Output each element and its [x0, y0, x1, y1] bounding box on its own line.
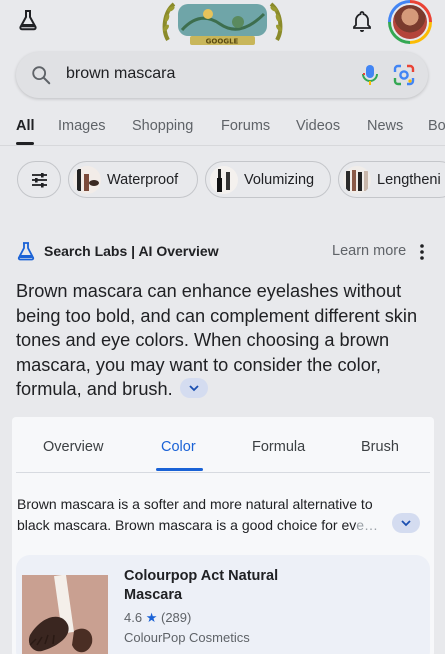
google-lens-icon[interactable]: [392, 63, 416, 87]
avatar-photo: [391, 3, 429, 41]
chevron-down-icon: [401, 520, 411, 527]
tabs-divider: [0, 145, 445, 146]
waterproof-thumbnail: [73, 166, 101, 194]
chip-label-volumizing: Volumizing: [244, 172, 315, 188]
top-bar: GOOGLE: [0, 0, 445, 48]
ai-overview-summary: Brown mascara can enhance eyelashes with…: [16, 279, 430, 402]
learn-more-link[interactable]: Learn more: [332, 243, 406, 259]
ai-summary-text: Brown mascara can enhance eyelashes with…: [16, 281, 418, 399]
card-body-main: Brown mascara is a softer and more natur…: [17, 496, 373, 533]
rating-value: 4.6: [124, 610, 143, 625]
tab-forums[interactable]: Forums: [221, 118, 270, 134]
product-card[interactable]: Colourpop Act Natural Mascara 4.6 ★ (289…: [16, 555, 430, 654]
voice-search-mic-icon[interactable]: [359, 63, 381, 87]
ai-overview-card: Overview Color Formula Brush Brown masca…: [12, 417, 434, 654]
ai-overview-header: Search Labs | AI Overview Learn more: [16, 240, 430, 264]
card-body-text: Brown mascara is a softer and more natur…: [17, 494, 395, 536]
search-tabs: All Images Shopping Forums Videos News B…: [0, 114, 445, 144]
product-image: [22, 574, 108, 654]
chevron-down-icon: [189, 385, 199, 392]
notifications-bell-icon[interactable]: [350, 9, 374, 33]
chip-lengthening[interactable]: Lengtheni: [338, 161, 445, 198]
filter-settings-chip[interactable]: [17, 161, 61, 198]
card-tab-brush[interactable]: Brush: [361, 439, 399, 455]
ai-overview-title: Search Labs | AI Overview: [44, 243, 219, 259]
card-active-tab-indicator: [156, 468, 203, 471]
lengthening-thumbnail: [343, 166, 371, 194]
search-labs-flask-icon[interactable]: [16, 8, 40, 32]
card-body-fade: e…: [356, 517, 379, 533]
chip-label-lengthening: Lengtheni: [377, 172, 441, 188]
search-box[interactable]: brown mascara: [16, 52, 428, 98]
product-title[interactable]: Colourpop Act Natural Mascara: [124, 567, 324, 605]
tab-shopping[interactable]: Shopping: [132, 118, 193, 134]
google-doodle-logo[interactable]: GOOGLE: [160, 0, 285, 46]
product-brand: ColourPop Cosmetics: [124, 630, 250, 645]
tab-images[interactable]: Images: [58, 118, 106, 134]
tab-books-partial[interactable]: Bo: [428, 118, 445, 134]
expand-summary-button[interactable]: [179, 378, 208, 399]
product-rating: 4.6 ★ (289): [124, 610, 191, 626]
card-tab-color[interactable]: Color: [161, 439, 196, 455]
chip-waterproof[interactable]: Waterproof: [68, 161, 198, 198]
search-icon: [32, 66, 51, 85]
card-tab-formula[interactable]: Formula: [252, 439, 305, 455]
card-tab-overview[interactable]: Overview: [43, 439, 103, 455]
account-avatar[interactable]: [388, 0, 432, 44]
expand-card-button[interactable]: [392, 513, 420, 533]
tab-news[interactable]: News: [367, 118, 403, 134]
review-count: (289): [160, 610, 192, 625]
star-icon: ★: [145, 610, 158, 625]
tab-all[interactable]: All: [16, 118, 35, 134]
chip-label-waterproof: Waterproof: [107, 172, 179, 188]
card-tabs: Overview Color Formula Brush: [12, 417, 434, 473]
svg-text:GOOGLE: GOOGLE: [206, 38, 239, 46]
tab-videos[interactable]: Videos: [296, 118, 340, 134]
volumizing-thumbnail: [210, 166, 238, 194]
search-input[interactable]: brown mascara: [66, 65, 175, 83]
search-labs-icon: [17, 242, 35, 261]
chip-volumizing[interactable]: Volumizing: [205, 161, 331, 198]
more-options-icon[interactable]: [414, 242, 430, 262]
card-divider: [16, 472, 430, 473]
tune-sliders-icon: [32, 173, 47, 188]
